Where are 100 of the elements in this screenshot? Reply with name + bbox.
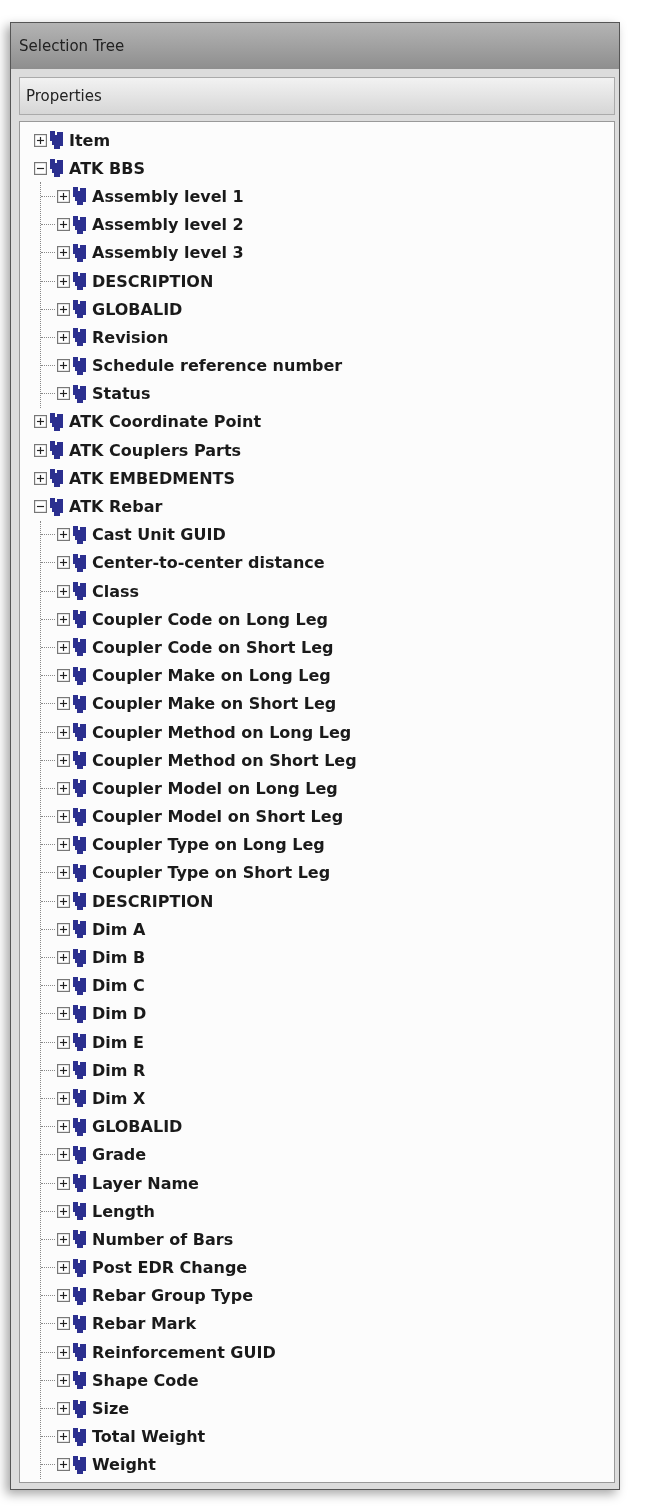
expand-icon[interactable] — [57, 866, 70, 880]
expand-icon[interactable] — [57, 1204, 70, 1218]
expand-icon[interactable] — [57, 1430, 70, 1444]
expand-icon[interactable] — [57, 810, 70, 824]
expand-icon[interactable] — [57, 1317, 70, 1331]
expand-icon[interactable] — [57, 951, 70, 965]
expand-icon[interactable] — [57, 246, 70, 260]
tree-item-label[interactable]: Coupler Code on Long Leg — [92, 609, 329, 629]
tree-item-label[interactable]: Coupler Method on Long Leg — [92, 722, 352, 742]
tree-item-label[interactable]: Item — [69, 130, 111, 150]
expand-icon[interactable] — [57, 1345, 70, 1359]
expand-icon[interactable] — [57, 1261, 70, 1275]
tree-item-label[interactable]: Total Weight — [92, 1427, 206, 1447]
expand-icon[interactable] — [57, 1007, 70, 1021]
expand-icon[interactable] — [57, 697, 70, 711]
tree-item-label[interactable]: Coupler Make on Short Leg — [92, 694, 337, 714]
tree-item-label[interactable]: Coupler Method on Short Leg — [92, 750, 357, 770]
tree-item-label[interactable]: Coupler Model on Long Leg — [92, 778, 338, 798]
tree-item-label[interactable]: DESCRIPTION — [92, 271, 214, 291]
tree-item-label[interactable]: Center-to-center distance — [92, 553, 325, 573]
expand-icon[interactable] — [57, 189, 70, 203]
tree-item-label[interactable]: DESCRIPTION — [92, 891, 214, 911]
expand-icon[interactable] — [57, 1035, 70, 1049]
expand-icon[interactable] — [34, 471, 47, 485]
tree-item-label[interactable]: Dim D — [92, 1004, 147, 1024]
tree-item-label[interactable]: Dim B — [92, 948, 146, 968]
expand-icon[interactable] — [57, 1289, 70, 1303]
tree-item-label[interactable]: Schedule reference number — [92, 356, 343, 376]
tree-item-label[interactable]: Assembly level 2 — [92, 215, 244, 235]
tree-item-label[interactable]: Cast Unit GUID — [92, 525, 226, 545]
expand-icon[interactable] — [57, 838, 70, 852]
tree-item-label[interactable]: Size — [92, 1399, 130, 1419]
expand-icon[interactable] — [57, 753, 70, 767]
tree-item-label[interactable]: Dim A — [92, 919, 146, 939]
tree-item-label[interactable]: ATK Coordinate Point — [69, 412, 262, 432]
tree-item-label[interactable]: Revision — [92, 327, 169, 347]
expand-icon[interactable] — [57, 1176, 70, 1190]
expand-icon[interactable] — [57, 1232, 70, 1246]
tree-item-label[interactable]: Weight — [92, 1455, 156, 1475]
expand-icon[interactable] — [34, 415, 47, 429]
expand-icon[interactable] — [57, 781, 70, 795]
property-icon — [72, 834, 88, 855]
expand-icon[interactable] — [57, 218, 70, 232]
expand-icon[interactable] — [57, 359, 70, 373]
tree-item-label[interactable]: Coupler Make on Long Leg — [92, 666, 331, 686]
tree-item-label[interactable]: Layer Name — [92, 1173, 199, 1193]
property-icon — [72, 1229, 88, 1250]
expand-icon[interactable] — [57, 1458, 70, 1472]
tree-item-label[interactable]: Reinforcement GUID — [92, 1342, 276, 1362]
expand-icon[interactable] — [57, 330, 70, 344]
expand-icon[interactable] — [57, 612, 70, 626]
expand-icon[interactable] — [34, 443, 47, 457]
tree-item-label[interactable]: Dim X — [92, 1088, 146, 1108]
tree-item-label[interactable]: Assembly level 1 — [92, 186, 244, 206]
tree-item-label[interactable]: ATK Couplers Parts — [69, 440, 242, 460]
expand-icon[interactable] — [57, 584, 70, 598]
tree-item-label[interactable]: Coupler Model on Short Leg — [92, 807, 344, 827]
tree-item-label[interactable]: GLOBALID — [92, 1117, 183, 1137]
expand-icon[interactable] — [57, 1091, 70, 1105]
expand-icon[interactable] — [57, 302, 70, 316]
collapse-icon[interactable] — [34, 500, 47, 514]
tree-item-label[interactable]: Number of Bars — [92, 1229, 234, 1249]
tree-item-label[interactable]: Rebar Mark — [92, 1314, 197, 1334]
tree-item-label[interactable]: Coupler Type on Short Leg — [92, 863, 331, 883]
tree-item-label[interactable]: Assembly level 3 — [92, 243, 244, 263]
expand-icon[interactable] — [57, 1063, 70, 1077]
tree-item-label[interactable]: Dim E — [92, 1032, 144, 1052]
expand-icon[interactable] — [57, 669, 70, 683]
property-icon — [49, 158, 65, 179]
collapse-icon[interactable] — [34, 161, 47, 175]
expand-icon[interactable] — [57, 1402, 70, 1416]
column-header[interactable]: Properties — [19, 77, 615, 115]
expand-icon[interactable] — [57, 1120, 70, 1134]
tree-item-label[interactable]: ATK Rebar — [69, 497, 163, 517]
expand-icon[interactable] — [57, 979, 70, 993]
expand-icon[interactable] — [57, 725, 70, 739]
expand-icon[interactable] — [57, 274, 70, 288]
expand-icon[interactable] — [57, 556, 70, 570]
tree-item-label[interactable]: Rebar Group Type — [92, 1286, 254, 1306]
expand-icon[interactable] — [34, 133, 47, 147]
expand-icon[interactable] — [57, 528, 70, 542]
tree-item-label[interactable]: Post EDR Change — [92, 1258, 248, 1278]
expand-icon[interactable] — [57, 922, 70, 936]
tree-item-label[interactable]: GLOBALID — [92, 299, 183, 319]
expand-icon[interactable] — [57, 1373, 70, 1387]
tree-item-label[interactable]: Shape Code — [92, 1370, 199, 1390]
tree-item-label[interactable]: Grade — [92, 1145, 147, 1165]
tree-item-label[interactable]: Status — [92, 384, 151, 404]
tree-item-label[interactable]: ATK EMBEDMENTS — [69, 468, 235, 488]
expand-icon[interactable] — [57, 894, 70, 908]
tree-item-label[interactable]: ATK BBS — [69, 158, 145, 178]
tree-item-label[interactable]: Dim C — [92, 976, 145, 996]
tree-item-label[interactable]: Coupler Code on Short Leg — [92, 637, 334, 657]
expand-icon[interactable] — [57, 387, 70, 401]
tree-item-label[interactable]: Coupler Type on Long Leg — [92, 835, 325, 855]
tree-item-label[interactable]: Class — [92, 581, 140, 601]
tree-item-label[interactable]: Length — [92, 1201, 155, 1221]
expand-icon[interactable] — [57, 640, 70, 654]
expand-icon[interactable] — [57, 1148, 70, 1162]
tree-item-label[interactable]: Dim R — [92, 1060, 146, 1080]
